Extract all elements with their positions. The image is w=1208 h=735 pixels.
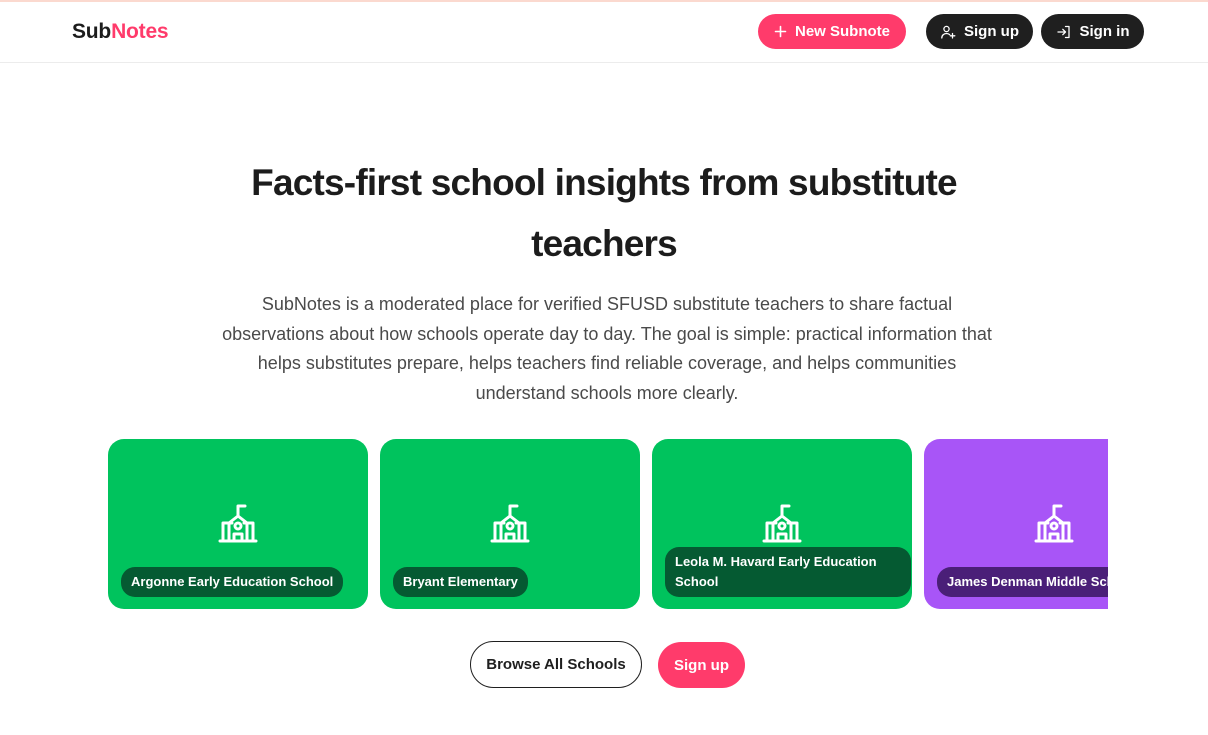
hero-title: Facts-first school insights from substit… [251, 162, 957, 264]
browse-all-schools-button[interactable]: Browse All Schools [470, 641, 642, 688]
school-icon [218, 504, 258, 543]
school-icon [490, 504, 530, 543]
school-card[interactable]: James Denman Middle School [924, 439, 1108, 609]
top-nav: SubNotes New Subnote Sign up Sign in [0, 2, 1208, 63]
school-carousel[interactable]: Argonne Early Education School Bryant El… [108, 439, 1108, 609]
plus-icon [774, 25, 787, 38]
school-icon [762, 504, 802, 543]
sign-in-icon [1056, 25, 1070, 38]
logo[interactable]: SubNotes [72, 20, 169, 44]
sign-up-label: Sign up [964, 23, 1019, 40]
sign-in-button[interactable]: Sign in [1041, 14, 1144, 49]
sign-up-button[interactable]: Sign up [926, 14, 1033, 49]
user-plus-icon [941, 25, 956, 39]
school-name: Bryant Elementary [393, 567, 528, 597]
school-card[interactable]: Leola M. Havard Early Education School [652, 439, 912, 609]
school-icon [1034, 504, 1074, 543]
school-name: Argonne Early Education School [121, 567, 344, 597]
sign-in-label: Sign in [1079, 23, 1130, 40]
sign-up-cta-button[interactable]: Sign up [658, 642, 745, 688]
school-name: James Denman Middle School [937, 567, 1108, 597]
new-subnote-label: New Subnote [794, 23, 890, 40]
logo-text-sub: Sub [72, 20, 112, 43]
new-subnote-button[interactable]: New Subnote [758, 14, 906, 49]
school-card[interactable]: Bryant Elementary [380, 439, 640, 609]
school-name: Leola M. Havard Early Education School [665, 547, 911, 597]
hero-description: SubNotes is a moderated place for verifi… [222, 294, 992, 403]
logo-text-notes: Notes [111, 20, 169, 43]
school-card[interactable]: Argonne Early Education School [108, 439, 368, 609]
